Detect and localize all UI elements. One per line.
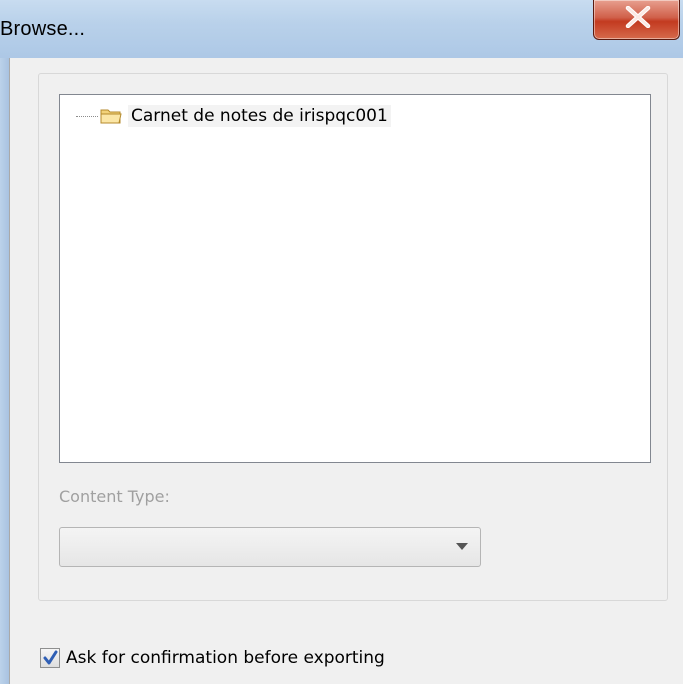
window-left-frame: [0, 58, 9, 684]
confirm-export-label: Ask for confirmation before exporting: [66, 648, 385, 668]
tree-connector-line: [76, 115, 98, 117]
title-bar: Browse...: [0, 0, 683, 58]
folder-icon: [100, 109, 122, 124]
tree-item[interactable]: Carnet de notes de irispqc001: [76, 104, 391, 128]
content-type-label: Content Type:: [59, 487, 170, 506]
close-button[interactable]: [593, 0, 680, 40]
tree-item-label: Carnet de notes de irispqc001: [128, 105, 391, 127]
content-type-dropdown[interactable]: [59, 527, 481, 567]
chevron-down-icon: [456, 543, 468, 550]
confirm-export-checkbox[interactable]: [40, 648, 60, 668]
window-title: Browse...: [0, 18, 86, 40]
checkmark-icon: [43, 650, 58, 665]
close-icon: [625, 6, 651, 28]
notebook-tree[interactable]: Carnet de notes de irispqc001: [59, 94, 651, 463]
confirm-export-option[interactable]: Ask for confirmation before exporting: [40, 648, 385, 668]
